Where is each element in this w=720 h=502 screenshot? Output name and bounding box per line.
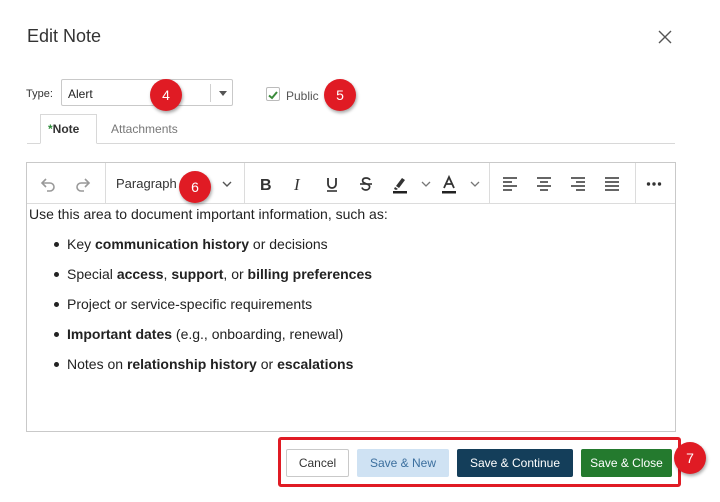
toolbar-separator	[489, 163, 490, 203]
tab-note[interactable]: *Note	[40, 114, 97, 144]
list-item: Project or service-specific requirements	[27, 295, 372, 325]
underline-icon[interactable]	[320, 172, 344, 196]
chevron-down-icon[interactable]	[463, 172, 487, 196]
paragraph-style-select[interactable]: Paragraph	[116, 176, 177, 191]
list-item: Notes on relationship history or escalat…	[27, 355, 372, 385]
cancel-button[interactable]: Cancel	[286, 449, 349, 477]
save-and-close-button[interactable]: Save & Close	[581, 449, 672, 477]
svg-text:B: B	[260, 177, 272, 193]
rich-text-editor[interactable]: Paragraph B I Use this area to document …	[26, 162, 676, 432]
svg-text:I: I	[293, 175, 301, 193]
save-and-new-button[interactable]: Save & New	[357, 449, 449, 477]
chevron-down-icon[interactable]	[414, 172, 438, 196]
chevron-down-icon[interactable]	[215, 172, 239, 196]
dropdown-caret-icon[interactable]	[219, 91, 227, 96]
italic-icon[interactable]: I	[286, 172, 310, 196]
public-checkbox[interactable]	[266, 87, 280, 101]
public-label: Public	[286, 89, 319, 103]
checkmark-icon	[268, 91, 278, 100]
toolbar-separator	[105, 163, 106, 203]
list-item: Key communication history or decisions	[27, 235, 372, 265]
undo-icon[interactable]	[36, 172, 60, 196]
tabs-divider	[27, 143, 675, 144]
justify-icon[interactable]	[600, 172, 624, 196]
font-color-icon[interactable]	[437, 172, 461, 196]
callout-badge: 5	[324, 79, 356, 111]
callout-badge: 7	[674, 442, 706, 474]
tab-attachments[interactable]: Attachments	[111, 122, 178, 136]
align-center-icon[interactable]	[532, 172, 556, 196]
type-label: Type:	[26, 88, 53, 100]
more-icon[interactable]	[642, 172, 666, 196]
toolbar-separator	[635, 163, 636, 203]
bullet-list: Key communication history or decisions S…	[27, 235, 372, 385]
list-item: Special access, support, or billing pref…	[27, 265, 372, 295]
callout-badge: 6	[179, 171, 211, 203]
editor-toolbar: Paragraph B I	[27, 163, 675, 204]
callout-badge: 4	[150, 79, 182, 111]
close-icon[interactable]	[656, 28, 674, 46]
type-select[interactable]: Alert	[61, 79, 233, 106]
highlight-icon[interactable]	[388, 172, 412, 196]
dialog-title: Edit Note	[27, 26, 102, 46]
tab-note-label: Note	[52, 122, 80, 136]
type-select-value: Alert	[68, 87, 93, 101]
editor-intro-text: Use this area to document important info…	[29, 206, 388, 222]
bold-icon[interactable]: B	[253, 172, 277, 196]
save-and-continue-button[interactable]: Save & Continue	[457, 449, 573, 477]
align-right-icon[interactable]	[566, 172, 590, 196]
redo-icon[interactable]	[71, 172, 95, 196]
strikethrough-icon[interactable]	[354, 172, 378, 196]
list-item: Important dates (e.g., onboarding, renew…	[27, 325, 372, 355]
align-left-icon[interactable]	[498, 172, 522, 196]
toolbar-separator	[244, 163, 245, 203]
select-divider	[210, 84, 211, 102]
